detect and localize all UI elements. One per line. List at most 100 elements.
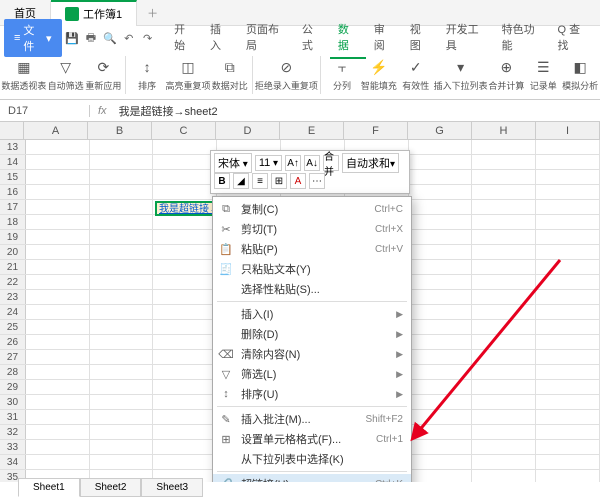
cell[interactable] [26,440,90,454]
cell[interactable] [90,200,154,214]
cell[interactable] [536,140,600,154]
cell[interactable] [90,410,154,424]
row-header[interactable]: 25 [0,320,26,334]
fill-color-icon[interactable]: ◢ [233,173,249,189]
cell[interactable] [90,425,154,439]
cell[interactable] [26,380,90,394]
ctx-item[interactable]: ✎插入批注(M)...Shift+F2 [213,409,411,429]
ribbon-flash[interactable]: ⚡智能填充 [363,57,395,92]
cell[interactable] [536,245,600,259]
ctx-item[interactable]: 删除(D)▶ [213,324,411,344]
cell[interactable] [26,215,90,229]
cell[interactable] [409,320,473,334]
cell[interactable] [409,305,473,319]
cell[interactable] [90,440,154,454]
cell[interactable] [26,320,90,334]
cell[interactable] [409,215,473,229]
row-header[interactable]: 33 [0,440,26,454]
cell[interactable] [409,350,473,364]
cell[interactable] [472,425,536,439]
cell[interactable] [90,155,154,169]
row-header[interactable]: 18 [0,215,26,229]
name-box[interactable]: D17 [0,105,90,117]
cell[interactable] [26,305,90,319]
cell[interactable] [472,410,536,424]
cell[interactable] [153,260,217,274]
cell[interactable] [536,275,600,289]
col-header[interactable]: D [216,122,280,139]
cell[interactable] [90,320,154,334]
row-header[interactable]: 32 [0,425,26,439]
cell[interactable] [409,140,473,154]
menu-tab-9[interactable]: Q 查找 [550,17,597,59]
cell[interactable] [536,425,600,439]
cell[interactable] [90,275,154,289]
ribbon-validity[interactable]: ✓有效性 [401,57,431,92]
cell[interactable] [90,290,154,304]
row-header[interactable]: 28 [0,365,26,379]
col-header[interactable]: A [24,122,88,139]
ctx-item[interactable]: ↕排序(U)▶ [213,384,411,404]
cell[interactable] [90,350,154,364]
col-header[interactable]: H [472,122,536,139]
row-header[interactable]: 19 [0,230,26,244]
cell[interactable] [472,440,536,454]
cell[interactable] [409,260,473,274]
sheet-tab[interactable]: Sheet1 [18,478,80,497]
menu-tab-2[interactable]: 页面布局 [238,17,294,59]
cell[interactable] [153,290,217,304]
merge-button[interactable]: 合并 [323,155,339,171]
ribbon-sort[interactable]: ↕排序 [132,57,162,92]
cell[interactable] [153,455,217,469]
formula-value[interactable]: 我是超链接→sheet2 [115,103,600,119]
cell[interactable] [26,230,90,244]
cell[interactable] [153,140,217,154]
cell[interactable] [536,365,600,379]
row-header[interactable]: 22 [0,275,26,289]
cell[interactable] [26,170,90,184]
cell[interactable] [153,350,217,364]
redo-icon[interactable]: ↷ [139,29,156,47]
cell[interactable] [153,320,217,334]
cell[interactable] [536,305,600,319]
cell[interactable] [90,215,154,229]
cell[interactable] [536,185,600,199]
cell[interactable] [153,410,217,424]
col-header[interactable]: G [408,122,472,139]
print-icon[interactable]: 🖶 [82,29,99,47]
ctx-item[interactable]: ⊞设置单元格格式(F)...Ctrl+1 [213,429,411,449]
cell[interactable] [90,365,154,379]
sheet-tab[interactable]: Sheet3 [141,478,203,497]
ribbon-record[interactable]: ☰记录单 [528,57,558,92]
cell[interactable] [26,335,90,349]
menu-tab-4[interactable]: 数据 [330,17,366,59]
row-header[interactable]: 29 [0,380,26,394]
ribbon-consolidate[interactable]: ⊕合并计算 [490,57,522,92]
cell[interactable] [472,185,536,199]
cell[interactable] [536,200,600,214]
cell[interactable] [26,260,90,274]
cell[interactable] [409,440,473,454]
cell[interactable] [472,320,536,334]
bold-icon[interactable]: B [214,173,230,189]
col-header[interactable]: C [152,122,216,139]
row-header[interactable]: 23 [0,290,26,304]
cell[interactable] [472,380,536,394]
row-header[interactable]: 30 [0,395,26,409]
cell[interactable] [26,455,90,469]
cell[interactable] [409,275,473,289]
format-icon[interactable]: ⋯ [309,173,325,189]
cell[interactable] [153,245,217,259]
cell[interactable] [90,260,154,274]
cell[interactable] [472,290,536,304]
ribbon-dropdown[interactable]: ▾插入下拉列表 [437,57,485,92]
cell[interactable] [536,215,600,229]
cell[interactable] [26,185,90,199]
row-header[interactable]: 15 [0,170,26,184]
cell[interactable] [536,410,600,424]
ctx-item[interactable]: ⌫清除内容(N)▶ [213,344,411,364]
ctx-item[interactable]: 🧾只粘贴文本(Y) [213,259,411,279]
cell[interactable] [26,410,90,424]
cell[interactable] [409,170,473,184]
save-icon[interactable]: 💾 [64,29,81,47]
